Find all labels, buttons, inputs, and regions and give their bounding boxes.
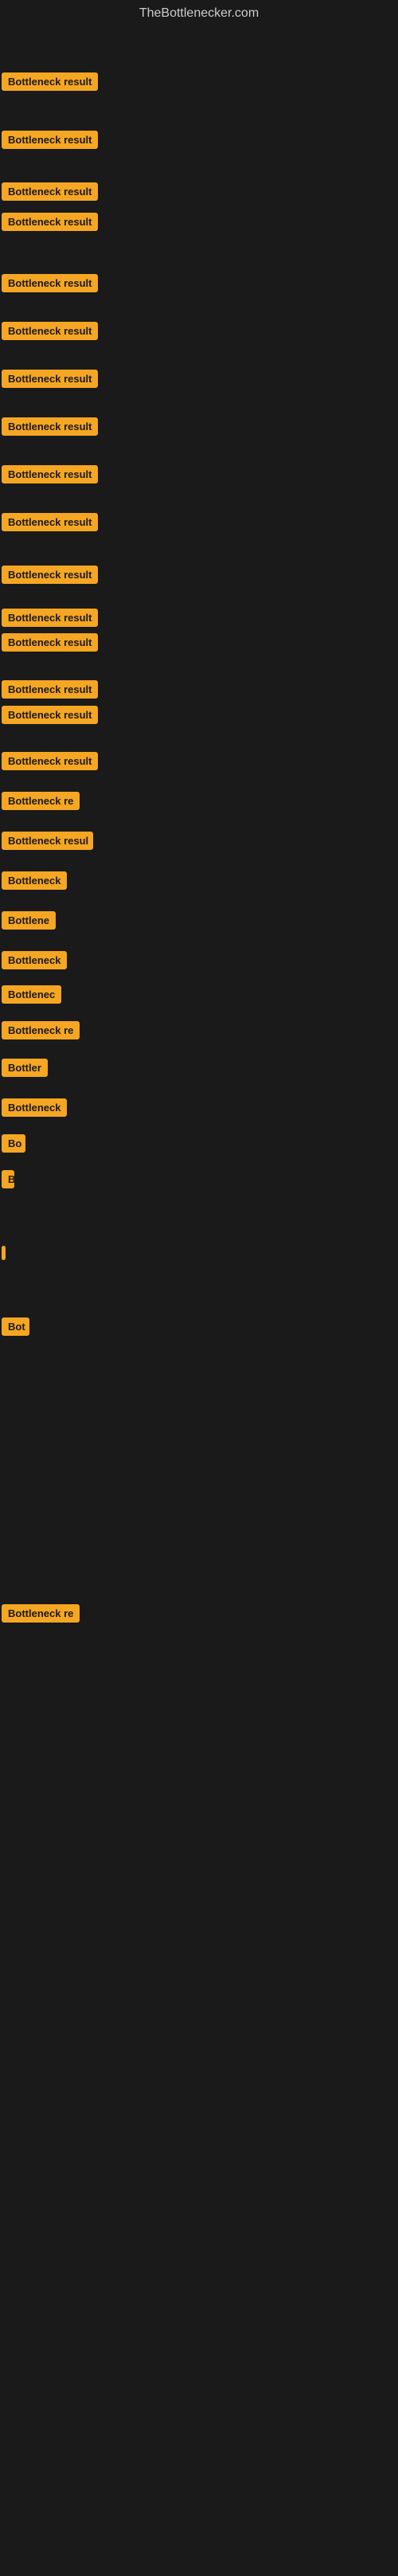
bottleneck-badge: Bottleneck result bbox=[2, 752, 98, 770]
bottleneck-badge: Bottleneck result bbox=[2, 213, 98, 231]
bottleneck-badge: Bot bbox=[2, 1317, 29, 1336]
bottleneck-badge: Bottleneck result bbox=[2, 182, 98, 201]
bottleneck-badge: Bottleneck re bbox=[2, 1604, 80, 1623]
bottleneck-badge: Bottleneck bbox=[2, 871, 67, 890]
bottleneck-badge: Bottleneck resul bbox=[2, 832, 93, 850]
bottleneck-badge: Bo bbox=[2, 1134, 25, 1153]
bottleneck-badge: Bottlene bbox=[2, 911, 56, 930]
bottleneck-badge: Bottleneck result bbox=[2, 566, 98, 584]
bottleneck-badge: Bottleneck result bbox=[2, 131, 98, 149]
bottleneck-badge: Bottleneck result bbox=[2, 706, 98, 724]
bottleneck-badge: Bottleneck result bbox=[2, 274, 98, 292]
bottleneck-badge: Bottleneck bbox=[2, 1098, 67, 1117]
bottleneck-badge: Bottleneck result bbox=[2, 513, 98, 531]
bottleneck-badge: Bottleneck result bbox=[2, 72, 98, 91]
bottleneck-badge: Bottleneck result bbox=[2, 609, 98, 627]
bottleneck-badge: Bottleneck result bbox=[2, 417, 98, 436]
bottleneck-badge: Bottleneck re bbox=[2, 1021, 80, 1039]
bottleneck-badge: Bottleneck result bbox=[2, 680, 98, 699]
bottleneck-badge bbox=[2, 1246, 6, 1260]
bottleneck-badge: B bbox=[2, 1170, 14, 1188]
bottleneck-badge: Bottlenec bbox=[2, 985, 61, 1004]
bottleneck-badge: Bottleneck result bbox=[2, 322, 98, 340]
site-title: TheBottlenecker.com bbox=[0, 0, 398, 27]
bottleneck-badge: Bottleneck bbox=[2, 951, 67, 969]
bottleneck-badge: Bottleneck result bbox=[2, 633, 98, 652]
bottleneck-badge: Bottleneck result bbox=[2, 465, 98, 483]
bottleneck-badge: Bottler bbox=[2, 1059, 48, 1077]
bottleneck-badge: Bottleneck result bbox=[2, 370, 98, 388]
bottleneck-badge: Bottleneck re bbox=[2, 792, 80, 810]
